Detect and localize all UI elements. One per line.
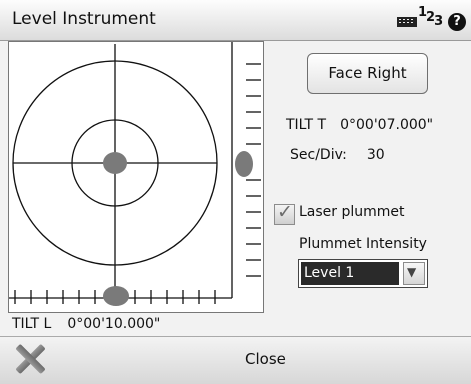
vertical-vial-bubble <box>235 151 253 177</box>
face-right-button[interactable]: Face Right <box>307 53 428 94</box>
tilt-t-label: TILT T <box>286 117 327 133</box>
input-mode-digit-1: 1 <box>418 5 427 20</box>
window-title: Level Instrument <box>12 9 156 29</box>
plummet-intensity-selected-value[interactable]: Level 1 <box>301 262 399 285</box>
level-bubble-display <box>8 41 264 313</box>
close-button[interactable] <box>0 336 471 383</box>
sec-div-readout: Sec/Div: 30 <box>290 147 385 163</box>
title-bar: Level Instrument 123 ? <box>0 0 471 41</box>
tilt-l-value: 0°00'10.000" <box>67 316 161 332</box>
dropdown-chevron-down-icon[interactable]: ▼ <box>403 262 425 285</box>
circular-bubble <box>103 152 127 174</box>
tilt-t-value: 0°00'07.000" <box>340 117 434 133</box>
input-mode-digit-3: 3 <box>434 14 443 29</box>
input-mode-123-icon[interactable]: 123 <box>418 5 443 29</box>
tilt-t-readout: TILT T 0°00'07.000" <box>286 117 433 133</box>
sec-div-label: Sec/Div: <box>290 147 347 163</box>
input-mode-digit-2: 2 <box>426 10 435 25</box>
level-instrument-window: Level Instrument 123 ? TILT L 0°00'10.00… <box>0 0 471 384</box>
sec-div-value: 30 <box>366 147 385 163</box>
laser-plummet-label[interactable]: Laser plummet <box>299 204 405 220</box>
checkmark-icon: ✓ <box>277 201 293 223</box>
plummet-intensity-label: Plummet Intensity <box>299 236 427 252</box>
tilt-l-readout: TILT L 0°00'10.000" <box>12 316 160 332</box>
help-icon[interactable]: ? <box>448 13 466 31</box>
laser-plummet-checkbox[interactable]: ✓ <box>274 201 295 225</box>
keyboard-icon[interactable] <box>397 17 417 27</box>
horizontal-vial-bubble <box>103 286 129 306</box>
level-graphic <box>9 42 261 306</box>
plummet-intensity-select[interactable]: Level 1 ▼ <box>298 259 428 288</box>
tilt-l-label: TILT L <box>12 316 52 332</box>
